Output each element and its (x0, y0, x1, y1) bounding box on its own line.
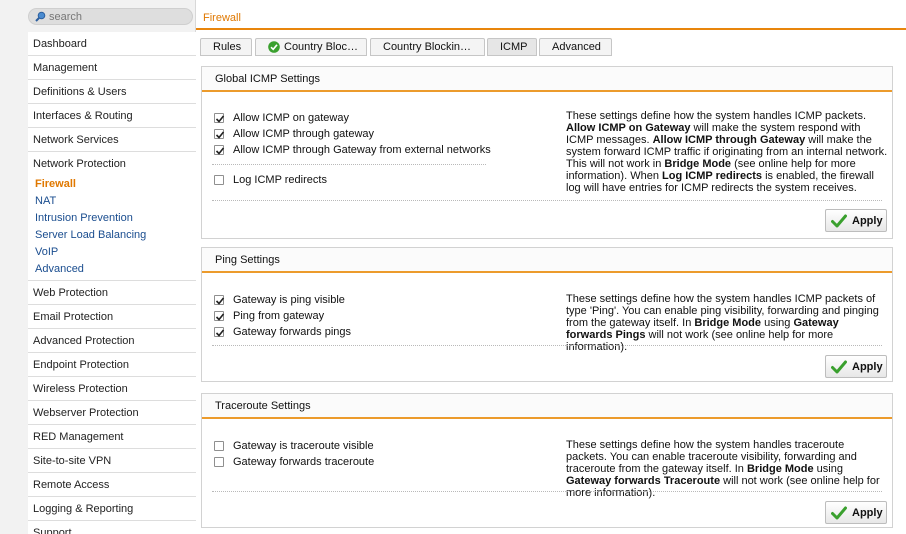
help-emphasis: Bridge Mode (694, 317, 762, 329)
tab-country-blocking[interactable]: Country Bloc… (255, 38, 367, 56)
checkbox-log-icmp-redirects[interactable] (214, 175, 224, 185)
sidebar-item-network-protection[interactable]: Network Protection (28, 152, 196, 176)
checkbox-label: Gateway forwards traceroute (233, 456, 375, 468)
sidebar-item-logging-reporting[interactable]: Logging & Reporting (28, 497, 196, 521)
sidebar-item-webserver-protection[interactable]: Webserver Protection (28, 401, 196, 425)
apply-button-ping[interactable]: Apply (825, 355, 887, 378)
checkbox-allow-icmp-on-gateway[interactable] (214, 113, 225, 123)
sidebar-subitem-voip[interactable]: VoIP (28, 244, 196, 261)
checkbox-allow-icmp-through-gateway[interactable] (214, 129, 225, 139)
help-part: These settings define how the system han… (566, 110, 867, 122)
sidebar-subitem-firewall[interactable]: Firewall (28, 176, 196, 193)
apply-label: Apply (852, 507, 883, 519)
checkbox-label: Allow ICMP through gateway (233, 128, 375, 140)
checkbox-gateway-ping-visible[interactable] (214, 295, 225, 305)
sidebar: Dashboard Management Definitions & Users… (0, 0, 196, 534)
sidebar-item-site-to-site-vpn[interactable]: Site-to-site VPN (28, 449, 196, 473)
sidebar-item-dashboard[interactable]: Dashboard (28, 32, 196, 56)
tab-label: Rules (213, 41, 242, 53)
sidebar-item-red-management[interactable]: RED Management (28, 425, 196, 449)
tab-advanced[interactable]: Advanced (539, 38, 612, 56)
checkbox-gateway-traceroute-visible[interactable] (214, 441, 224, 451)
sidebar-item-management[interactable]: Management (28, 56, 196, 80)
checkbox-label: Allow ICMP through Gateway from external… (233, 144, 491, 156)
search-box[interactable] (28, 8, 193, 25)
tab-country-blocking-exceptions[interactable]: Country Blockin… (370, 38, 485, 56)
sidebar-subitem-intrusion-prevention[interactable]: Intrusion Prevention (28, 210, 196, 227)
global-icmp-settings-panel: Global ICMP Settings Allow ICMP on gatew… (201, 66, 893, 239)
help-part: using (761, 317, 794, 329)
checkbox-allow-icmp-external[interactable] (214, 145, 225, 155)
help-emphasis: Gateway forwards Traceroute (566, 475, 721, 487)
tab-label: Country Bloc… (284, 41, 358, 53)
page-title: Firewall (203, 12, 241, 24)
help-emphasis: Bridge Mode (664, 158, 732, 170)
divider (212, 345, 882, 346)
help-text: These settings define how the system han… (566, 110, 888, 194)
checkbox-label: Gateway is ping visible (233, 294, 345, 306)
apply-button-global-icmp[interactable]: Apply (825, 209, 887, 232)
apply-label: Apply (852, 215, 883, 227)
sidebar-item-endpoint-protection[interactable]: Endpoint Protection (28, 353, 196, 377)
search-icon (35, 11, 46, 22)
panel-title: Global ICMP Settings (202, 67, 892, 92)
checkbox-gateway-forwards-pings[interactable] (214, 327, 225, 337)
ping-settings-panel: Ping Settings Gateway is ping visible Pi… (201, 247, 893, 382)
checkbox-ping-from-gateway[interactable] (214, 311, 225, 321)
sidebar-item-definitions-users[interactable]: Definitions & Users (28, 80, 196, 104)
help-emphasis: Allow ICMP on Gateway (566, 122, 691, 134)
sidebar-item-support[interactable]: Support (28, 521, 196, 534)
divider (212, 491, 882, 492)
help-part: using (813, 463, 843, 475)
checkmark-icon (831, 506, 847, 520)
apply-button-traceroute[interactable]: Apply (825, 501, 887, 524)
traceroute-settings-panel: Traceroute Settings Gateway is tracerout… (201, 393, 893, 528)
help-part: When (630, 170, 662, 182)
tab-label: Country Blockin… (383, 41, 472, 53)
sidebar-item-remote-access[interactable]: Remote Access (28, 473, 196, 497)
apply-label: Apply (852, 361, 883, 373)
checkbox-gateway-forwards-traceroute[interactable] (214, 457, 224, 467)
check-circle-icon (268, 41, 280, 53)
sidebar-item-email-protection[interactable]: Email Protection (28, 305, 196, 329)
tab-rules[interactable]: Rules (200, 38, 252, 56)
tab-label: ICMP (500, 41, 528, 53)
checkbox-label: Log ICMP redirects (233, 174, 327, 186)
panel-title: Traceroute Settings (202, 394, 892, 419)
checkmark-icon (831, 214, 847, 228)
app-window: Dashboard Management Definitions & Users… (0, 0, 906, 534)
sidebar-item-interfaces-routing[interactable]: Interfaces & Routing (28, 104, 196, 128)
sidebar-nav: Dashboard Management Definitions & Users… (28, 32, 196, 534)
tab-icmp[interactable]: ICMP (487, 38, 537, 56)
help-text: These settings define how the system han… (566, 293, 888, 353)
tab-label: Advanced (552, 41, 601, 53)
panel-title: Ping Settings (202, 248, 892, 273)
search-input[interactable] (49, 10, 187, 23)
sidebar-item-advanced-protection[interactable]: Advanced Protection (28, 329, 196, 353)
checkbox-label: Gateway forwards pings (233, 326, 351, 338)
help-text: These settings define how the system han… (566, 439, 888, 499)
sidebar-item-wireless-protection[interactable]: Wireless Protection (28, 377, 196, 401)
divider (212, 200, 882, 201)
sidebar-subitem-advanced[interactable]: Advanced (28, 261, 196, 278)
sidebar-item-network-services[interactable]: Network Services (28, 128, 196, 152)
sidebar-group-network-protection: Network Protection Firewall NAT Intrusio… (28, 152, 196, 281)
checkbox-label: Allow ICMP on gateway (233, 112, 349, 124)
sidebar-item-web-protection[interactable]: Web Protection (28, 281, 196, 305)
sidebar-subitem-nat[interactable]: NAT (28, 193, 196, 210)
help-emphasis: Allow ICMP through Gateway (652, 134, 806, 146)
checkbox-label: Gateway is traceroute visible (233, 440, 374, 452)
help-emphasis: Bridge Mode (746, 463, 814, 475)
checkmark-icon (831, 360, 847, 374)
divider (212, 164, 486, 165)
checkbox-label: Ping from gateway (233, 310, 325, 322)
header-bar: Firewall (196, 0, 906, 30)
help-emphasis: Log ICMP redirects (662, 170, 763, 182)
sidebar-subitem-server-load-balancing[interactable]: Server Load Balancing (28, 227, 196, 244)
